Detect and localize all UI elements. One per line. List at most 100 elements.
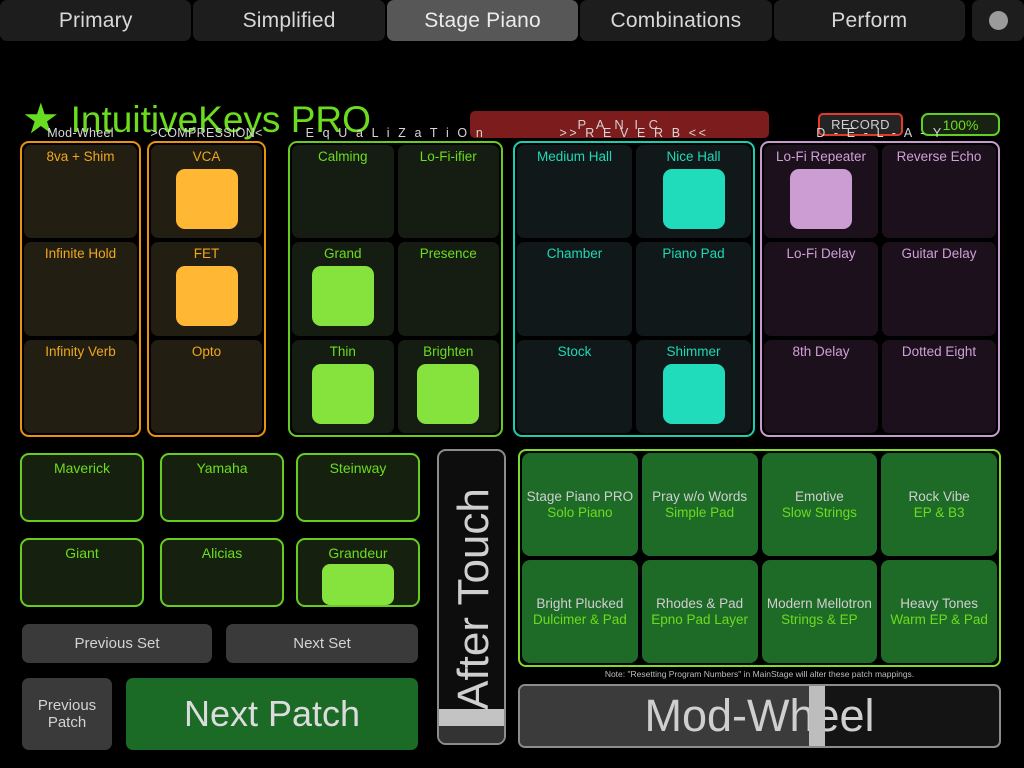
next-set-button[interactable]: Next Set [226, 624, 418, 663]
patch-button-rock-vibe[interactable]: Rock Vibe EP & B3 [881, 453, 997, 556]
panel-column: Lo-Fi Repeater Lo-Fi Delay 8th Delay [762, 143, 880, 435]
fx-cell-label: Brighten [423, 343, 474, 359]
fx-cell-calming[interactable]: Calming [292, 145, 394, 239]
previous-patch-button[interactable]: Previous Patch [22, 678, 112, 750]
fx-cell-infinite-hold[interactable]: Infinite Hold [24, 242, 137, 336]
patch-sub: Simple Pad [665, 505, 735, 520]
panel-column: VCA FET Opto [149, 143, 264, 435]
mod-wheel-thumb[interactable] [808, 686, 825, 746]
piano-button-giant[interactable]: Giant [20, 538, 144, 607]
piano-button-steinway[interactable]: Steinway [296, 453, 420, 522]
piano-button-label: Steinway [329, 460, 387, 476]
fx-cell-label: Calming [317, 149, 368, 164]
patch-sub: Warm EP & Pad [890, 612, 988, 627]
patch-button-heavy-tones[interactable]: Heavy Tones Warm EP & Pad [881, 560, 997, 663]
patch-sub: Slow Strings [781, 505, 857, 520]
tab-simplified[interactable]: Simplified [193, 0, 385, 41]
fx-cell-label: Guitar Delay [901, 246, 977, 262]
fx-cell-chamber[interactable]: Chamber [517, 242, 632, 336]
fx-cell-shimmer[interactable]: Shimmer [636, 339, 751, 433]
fx-cell-lo-fi-delay[interactable]: Lo-Fi Delay [764, 242, 878, 336]
patch-button-stage-piano-pro[interactable]: Stage Piano PRO Solo Piano [522, 453, 638, 556]
fx-cell-piano-pad[interactable]: Piano Pad [636, 242, 751, 336]
fx-cell-guitar-delay[interactable]: Guitar Delay [882, 242, 996, 336]
fx-cell-indicator [662, 363, 725, 424]
fx-cell-label: FET [193, 246, 220, 262]
mod-wheel-slider[interactable]: Mod-Wheel [518, 684, 1001, 748]
tab-stage-piano[interactable]: Stage Piano [386, 0, 579, 41]
fx-cell-fet[interactable]: FET [151, 242, 262, 336]
fx-cell-label: Chamber [546, 246, 603, 262]
fx-cell-infinity-verb[interactable]: Infinity Verb [24, 339, 137, 433]
fx-cell-label: Nice Hall [666, 149, 721, 164]
next-patch-button[interactable]: Next Patch [126, 678, 418, 750]
fx-cell-label: Dotted Eight [901, 343, 977, 359]
after-touch-slider[interactable]: After Touch [437, 449, 506, 745]
patch-sub: Strings & EP [781, 612, 858, 627]
panel-column: Nice Hall Piano Pad Shimmer [634, 143, 753, 435]
patch-name: Rhodes & Pad [656, 596, 744, 611]
fx-cell-presence[interactable]: Presence [397, 242, 499, 336]
mod-wheel-label: Mod-Wheel [644, 690, 875, 741]
piano-button-maverick[interactable]: Maverick [20, 453, 144, 522]
tab-perform[interactable]: Perform [773, 0, 966, 41]
fx-cell-dotted-eight[interactable]: Dotted Eight [882, 339, 996, 433]
patch-sub: EP & B3 [913, 505, 965, 520]
tab-combinations[interactable]: Combinations [580, 0, 772, 41]
fx-cell-8th-delay[interactable]: 8th Delay [764, 339, 878, 433]
fx-cell-label: Stock [557, 343, 592, 359]
app-root: Primary Simplified Stage Piano Combinati… [0, 0, 1024, 768]
patch-grid: Stage Piano PRO Solo Piano Pray w/o Word… [518, 449, 1001, 667]
fx-cell-brighten[interactable]: Brighten [397, 339, 499, 433]
tab-label: Stage Piano [424, 8, 541, 32]
fx-cell-label: Grand [323, 246, 362, 262]
fx-cell-label: 8th Delay [792, 343, 850, 359]
patch-name: Rock Vibe [908, 489, 970, 504]
fx-cell-reverse-echo[interactable]: Reverse Echo [882, 145, 996, 239]
patch-button-pray-wo-words[interactable]: Pray w/o Words Simple Pad [641, 453, 758, 556]
tab-label: Primary [58, 8, 133, 32]
patch-button-rhodes-pad[interactable]: Rhodes & Pad Epno Pad Layer [641, 560, 758, 663]
piano-button-alicias[interactable]: Alicias [160, 538, 284, 607]
fx-cell-opto[interactable]: Opto [151, 339, 262, 433]
previous-set-button[interactable]: Previous Set [22, 624, 212, 663]
fx-cell-indicator [417, 363, 480, 424]
tab-label: Simplified [242, 8, 336, 32]
tab-primary[interactable]: Primary [0, 0, 192, 41]
fx-cell-indicator [175, 266, 238, 327]
panel-column: Calming Grand Thin [290, 143, 396, 435]
fx-cell-nice-hall[interactable]: Nice Hall [636, 145, 751, 239]
piano-button-grandeur[interactable]: Grandeur [296, 538, 420, 607]
patch-sub: Solo Piano [547, 505, 613, 520]
patch-row: Stage Piano PRO Solo Piano Pray w/o Word… [520, 451, 999, 558]
patch-sub: Dulcimer & Pad [532, 612, 627, 627]
fx-cell-grand[interactable]: Grand [292, 242, 394, 336]
patch-sub: Epno Pad Layer [651, 612, 749, 627]
fx-cell-lo-fi-ifier[interactable]: Lo-Fi-ifier [397, 145, 499, 239]
piano-button-yamaha[interactable]: Yamaha [160, 453, 284, 522]
fx-cell-label: Piano Pad [662, 246, 725, 262]
section-label-modwheel: Mod-Wheel [47, 126, 114, 140]
status-circle-icon [988, 11, 1008, 30]
fx-cell-label: Opto [191, 343, 222, 359]
patch-name: Bright Plucked [536, 596, 624, 611]
patch-button-emotive[interactable]: Emotive Slow Strings [761, 453, 878, 556]
section-label-delay: D - E - L - A - Y [816, 126, 944, 140]
fx-cell-vca[interactable]: VCA [151, 145, 262, 239]
fx-cell-medium-hall[interactable]: Medium Hall [517, 145, 632, 239]
patch-button-modern-mellotron[interactable]: Modern Mellotron Strings & EP [761, 560, 878, 663]
patch-button-bright-plucked[interactable]: Bright Plucked Dulcimer & Pad [522, 560, 638, 663]
tab-label: Perform [831, 8, 908, 32]
fx-cell-label: Lo-Fi Delay [786, 246, 856, 262]
panel-equalization: Calming Grand Thin Lo-Fi-ifier Presence … [288, 141, 503, 437]
section-label-compression: >COMPRESSION< [150, 126, 263, 140]
patch-row: Bright Plucked Dulcimer & Pad Rhodes & P… [520, 558, 999, 665]
fx-cell-stock[interactable]: Stock [517, 339, 632, 433]
status-indicator-button[interactable] [972, 0, 1024, 41]
tab-bar: Primary Simplified Stage Piano Combinati… [0, 0, 1024, 41]
fx-cell-indicator [790, 168, 852, 229]
fx-cell-8va-shim[interactable]: 8va + Shim [24, 145, 137, 239]
fx-cell-thin[interactable]: Thin [292, 339, 394, 433]
tab-label: Combinations [610, 8, 742, 32]
fx-cell-lo-fi-repeater[interactable]: Lo-Fi Repeater [764, 145, 878, 239]
